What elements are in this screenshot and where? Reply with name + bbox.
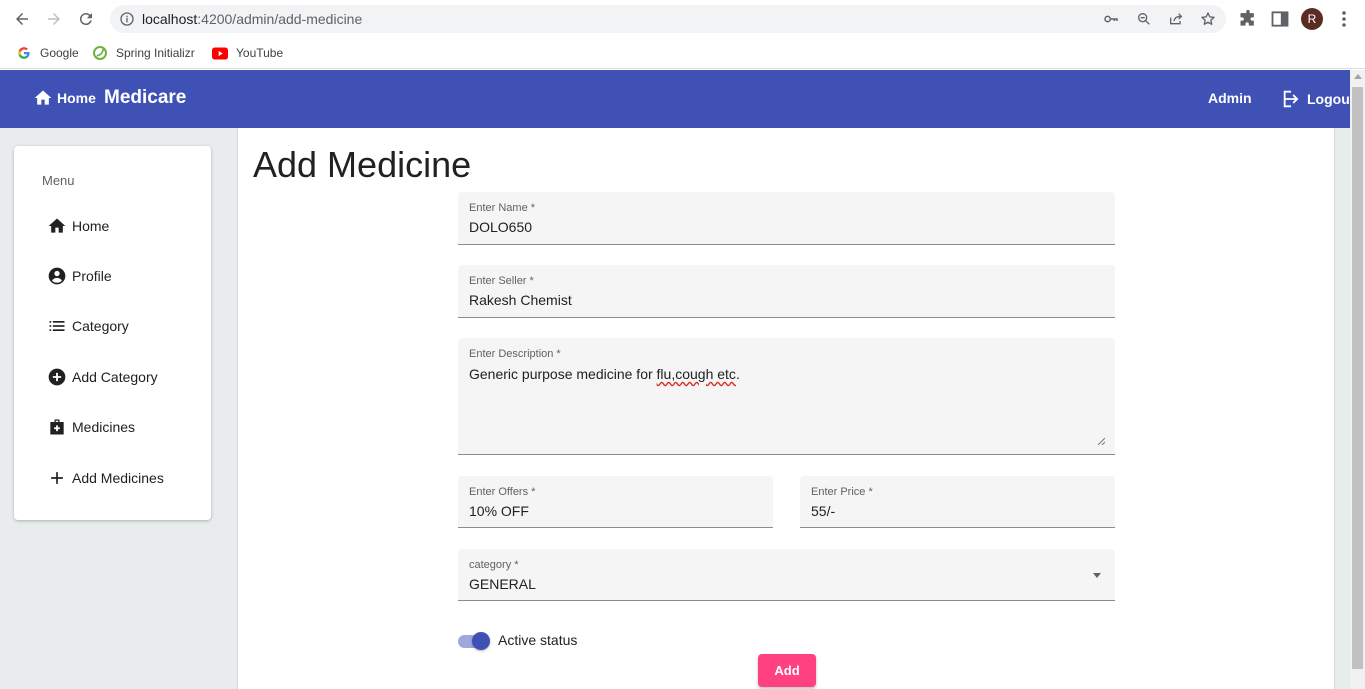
browser-toolbar: localhost:4200/admin/add-medicine R (0, 0, 1365, 38)
add-button[interactable]: Add (758, 654, 816, 687)
name-field[interactable]: Enter Name * DOLO650 (458, 192, 1115, 245)
category-select-label: category * (469, 559, 519, 571)
star-icon[interactable] (1200, 11, 1216, 27)
back-button[interactable] (11, 8, 33, 30)
address-bar[interactable]: localhost:4200/admin/add-medicine (110, 5, 1226, 33)
chevron-down-icon[interactable] (1093, 573, 1101, 578)
forward-button[interactable] (43, 8, 65, 30)
medical-bag-icon (50, 419, 64, 435)
menu-card: Menu Home Profile Category Add Category … (14, 146, 211, 520)
nav-home-button[interactable]: Home (33, 88, 96, 108)
page-scrollbar[interactable] (1350, 70, 1365, 689)
arrow-right-icon (48, 13, 60, 25)
add-circle-icon (48, 368, 66, 386)
name-field-value[interactable]: DOLO650 (469, 219, 532, 235)
spellcheck-flagged-text: flu,cough etc (656, 366, 736, 382)
sidebar-item-label: Add Category (72, 369, 158, 385)
offers-field-value[interactable]: 10% OFF (469, 503, 529, 519)
logout-label: Logout (1307, 91, 1355, 107)
seller-field[interactable]: Enter Seller * Rakesh Chemist (458, 265, 1115, 318)
key-icon[interactable] (1103, 11, 1119, 27)
sidebar-item-medicines[interactable]: Medicines (47, 415, 135, 439)
app-toolbar: Home Medicare Admin Logout (0, 70, 1354, 128)
sidebar-item-add-medicines[interactable]: Add Medicines (47, 466, 164, 490)
right-gutter (1334, 128, 1350, 689)
list-icon (49, 321, 65, 331)
profile-avatar[interactable]: R (1301, 8, 1323, 30)
sidebar-item-label: Category (72, 318, 129, 334)
seller-field-value[interactable]: Rakesh Chemist (469, 292, 572, 308)
info-icon[interactable] (119, 11, 135, 27)
google-icon (16, 45, 32, 61)
price-field-value[interactable]: 55/- (811, 503, 835, 519)
menu-heading: Menu (42, 173, 75, 188)
active-status-toggle[interactable] (458, 632, 490, 650)
sidebar-item-label: Home (72, 218, 110, 234)
sidebar-item-profile[interactable]: Profile (47, 264, 112, 288)
side-panel-icon[interactable] (1270, 9, 1290, 29)
bookmark-youtube[interactable]: YouTube (212, 43, 283, 63)
app-title: Medicare (104, 87, 187, 108)
home-icon (48, 218, 66, 233)
bookmark-label: YouTube (236, 46, 284, 60)
bookmark-label: Spring Initializr (116, 46, 195, 60)
scroll-thumb[interactable] (1352, 87, 1363, 669)
page-title: Add Medicine (253, 144, 472, 185)
url-text[interactable]: localhost:4200/admin/add-medicine (142, 11, 362, 27)
price-field[interactable]: Enter Price * 55/- (800, 476, 1115, 528)
scroll-up-icon[interactable] (1354, 74, 1362, 79)
logout-icon (1283, 90, 1299, 108)
plus-icon (51, 472, 63, 484)
account-circle-icon (48, 267, 66, 285)
sidebar: Menu Home Profile Category Add Category … (0, 128, 238, 689)
category-select[interactable]: category * GENERAL (458, 549, 1115, 601)
zoom-icon[interactable] (1136, 11, 1152, 27)
seller-field-label: Enter Seller * (469, 275, 534, 287)
bookmark-google[interactable]: Google (16, 43, 79, 63)
youtube-icon (212, 45, 228, 61)
sidebar-item-add-category[interactable]: Add Category (47, 365, 158, 389)
sidebar-item-label: Add Medicines (72, 470, 164, 486)
sidebar-item-label: Medicines (72, 419, 136, 435)
toggle-knob (472, 632, 490, 650)
bookmark-label: Google (40, 46, 79, 60)
description-field-value[interactable]: Generic purpose medicine for flu,cough e… (469, 366, 740, 382)
nav-home-label: Home (57, 90, 96, 106)
offers-field-label: Enter Offers * (469, 486, 536, 498)
spring-icon (92, 45, 108, 61)
sidebar-item-label: Profile (72, 268, 112, 284)
home-icon (34, 90, 52, 105)
bookmarks-bar: Google Spring Initializr YouTube (0, 38, 1365, 69)
name-field-label: Enter Name * (469, 202, 536, 214)
logout-button[interactable]: Logout (1281, 88, 1354, 110)
description-field-label: Enter Description * (469, 348, 561, 360)
share-icon[interactable] (1168, 11, 1184, 27)
sidebar-item-category[interactable]: Category (47, 314, 129, 338)
price-field-label: Enter Price * (811, 486, 873, 498)
sidebar-item-home[interactable]: Home (47, 214, 109, 238)
more-vert-icon[interactable] (1336, 9, 1352, 29)
category-select-value[interactable]: GENERAL (469, 576, 536, 592)
description-field[interactable]: Enter Description * Generic purpose medi… (458, 338, 1115, 455)
resize-handle-icon[interactable] (1097, 437, 1105, 445)
arrow-left-icon (16, 13, 28, 25)
reload-button[interactable] (75, 8, 97, 30)
offers-field[interactable]: Enter Offers * 10% OFF (458, 476, 773, 528)
extensions-icon[interactable] (1238, 9, 1258, 29)
reload-icon (79, 13, 92, 26)
active-status-label: Active status (498, 632, 578, 648)
admin-button[interactable]: Admin (1208, 90, 1252, 106)
bookmark-spring[interactable]: Spring Initializr (92, 43, 195, 63)
